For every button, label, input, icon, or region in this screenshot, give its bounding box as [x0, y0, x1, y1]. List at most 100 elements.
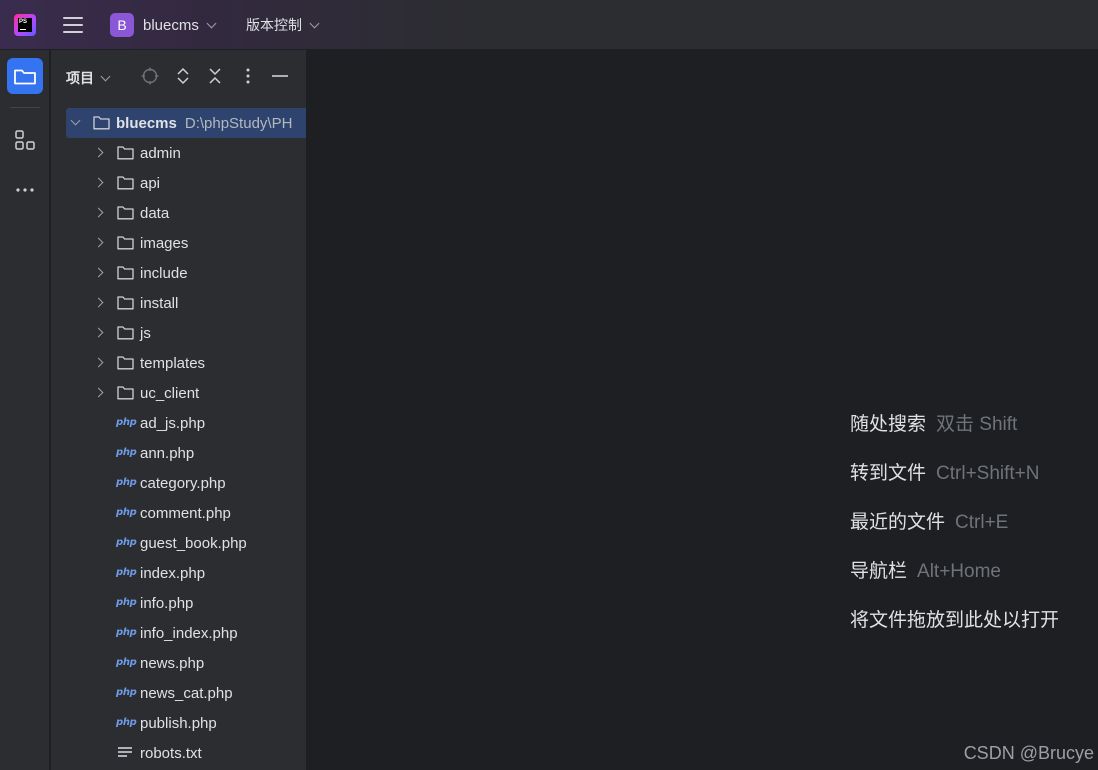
tree-item-folder[interactable]: templates [51, 348, 306, 378]
watermark: CSDN @Brucye [963, 743, 1094, 763]
tree-item-label: publish.php [140, 714, 217, 732]
chevron-right-icon[interactable] [93, 327, 104, 338]
tree-item-folder[interactable]: install [51, 288, 306, 318]
chevron-down-icon [309, 18, 320, 28]
tree-item-folder[interactable]: js [51, 318, 306, 348]
tree-item-label: news_cat.php [140, 684, 233, 702]
hint-action: 转到文件 [850, 463, 927, 484]
tree-item-folder[interactable]: data [51, 198, 306, 228]
tree-root-bluecms[interactable]: bluecms D:\phpStudy\PH [66, 108, 306, 138]
tree-item-label: robots.txt [140, 744, 202, 762]
chevron-down-icon [100, 71, 111, 81]
text-file-icon [118, 747, 132, 759]
tree-item-label: admin [140, 144, 181, 162]
hint-action: 随处搜索 [850, 414, 927, 435]
tree-item-label: news.php [140, 654, 205, 672]
more-horizontal-icon [16, 188, 34, 192]
root-path: D:\phpStudy\PH [184, 114, 293, 132]
folder-icon [117, 176, 134, 190]
tree-item-label: images [140, 234, 189, 252]
tree-item-php[interactable]: php info.php [51, 588, 306, 618]
tree-item-label: index.php [140, 564, 206, 582]
hint-shortcut: Ctrl+E [955, 512, 1009, 533]
php-file-icon: php [116, 597, 137, 608]
tree-item-label: ad_js.php [140, 414, 206, 432]
chevron-right-icon[interactable] [93, 207, 104, 218]
tree-item-label: comment.php [140, 504, 231, 522]
phpstorm-logo-icon[interactable]: PS [14, 14, 36, 36]
folder-icon [117, 236, 134, 250]
strip-divider [10, 107, 40, 108]
project-switcher[interactable]: B bluecms [110, 13, 217, 37]
locate-icon[interactable] [140, 66, 160, 86]
tree-item-label: uc_client [140, 384, 200, 402]
tree-item-folder[interactable]: api [51, 168, 306, 198]
tree-item-folder[interactable]: uc_client [51, 378, 306, 408]
chevron-right-icon[interactable] [93, 177, 104, 188]
php-file-icon: php [116, 417, 137, 428]
tree-item-txt[interactable]: robots.txt [51, 738, 306, 768]
shortcut-hint: 最近的文件 Ctrl+E [850, 507, 1008, 534]
vcs-label: 版本控制 [246, 17, 302, 33]
tree-item-label: install [140, 294, 179, 312]
chevron-down-icon[interactable] [70, 115, 81, 126]
hint-action: 将文件拖放到此处以打开 [850, 610, 1060, 631]
chevron-down-icon [206, 18, 217, 28]
php-file-icon: php [116, 687, 137, 698]
chevron-right-icon[interactable] [93, 387, 104, 398]
more-vertical-icon[interactable] [238, 66, 258, 86]
tree-item-php[interactable]: php ad_js.php [51, 408, 306, 438]
chevron-right-icon[interactable] [93, 357, 104, 368]
chevron-right-icon[interactable] [93, 297, 104, 308]
php-file-icon: php [116, 507, 137, 518]
tree-item-label: info_index.php [140, 624, 238, 642]
vcs-menu[interactable]: 版本控制 [246, 13, 320, 37]
tree-item-label: info.php [140, 594, 194, 612]
minimize-icon[interactable] [270, 66, 290, 86]
chevron-right-icon[interactable] [93, 147, 104, 158]
project-name: bluecms [143, 16, 199, 34]
expand-all-icon[interactable] [173, 66, 193, 86]
php-file-icon: php [116, 567, 137, 578]
folder-icon [117, 296, 134, 310]
tree-item-php[interactable]: php publish.php [51, 708, 306, 738]
more-tools-button[interactable] [7, 172, 43, 208]
php-file-icon: php [116, 447, 137, 458]
hint-action: 导航栏 [850, 561, 908, 582]
shortcut-hint: 导航栏 Alt+Home [850, 556, 1001, 583]
shortcut-hint: 随处搜索 双击 Shift [850, 409, 1017, 436]
tree-item-label: ann.php [140, 444, 195, 462]
tree-item-php[interactable]: php index.php [51, 558, 306, 588]
chevron-right-icon[interactable] [93, 267, 104, 278]
project-view-selector[interactable]: 项目 [66, 68, 111, 88]
tree-item-php[interactable]: php news.php [51, 648, 306, 678]
tree-item-php[interactable]: php category.php [51, 468, 306, 498]
folder-icon [117, 386, 134, 400]
tree-item-php[interactable]: php news_cat.php [51, 678, 306, 708]
tree-item-label: api [140, 174, 161, 192]
tree-item-php[interactable]: php info_index.php [51, 618, 306, 648]
tree-item-folder[interactable]: include [51, 258, 306, 288]
main-menu-icon[interactable] [60, 13, 86, 37]
structure-tool-button[interactable] [7, 122, 43, 158]
hint-shortcut: Alt+Home [917, 561, 1001, 582]
project-panel: 项目 bluecms D:\phpStudy\PH admin api data ima… [51, 50, 307, 770]
tree-item-folder[interactable]: images [51, 228, 306, 258]
tree-item-folder[interactable]: admin [51, 138, 306, 168]
tree-item-php[interactable]: php guest_book.php [51, 528, 306, 558]
root-name: bluecms [116, 114, 177, 132]
tree-item-php[interactable]: php ann.php [51, 438, 306, 468]
php-file-icon: php [116, 657, 137, 668]
hint-shortcut: 双击 Shift [936, 414, 1018, 435]
tree-item-php[interactable]: php comment.php [51, 498, 306, 528]
hint-shortcut: Ctrl+Shift+N [936, 463, 1040, 484]
collapse-all-icon[interactable] [205, 66, 225, 86]
tree-item-label: js [140, 324, 151, 342]
tree-item-label: category.php [140, 474, 226, 492]
folder-icon [14, 69, 36, 85]
project-tool-button[interactable] [7, 58, 43, 94]
app-logo-text: PS [19, 19, 28, 25]
chevron-right-icon[interactable] [93, 237, 104, 248]
folder-icon [93, 116, 110, 130]
tree-item-label: include [140, 264, 188, 282]
